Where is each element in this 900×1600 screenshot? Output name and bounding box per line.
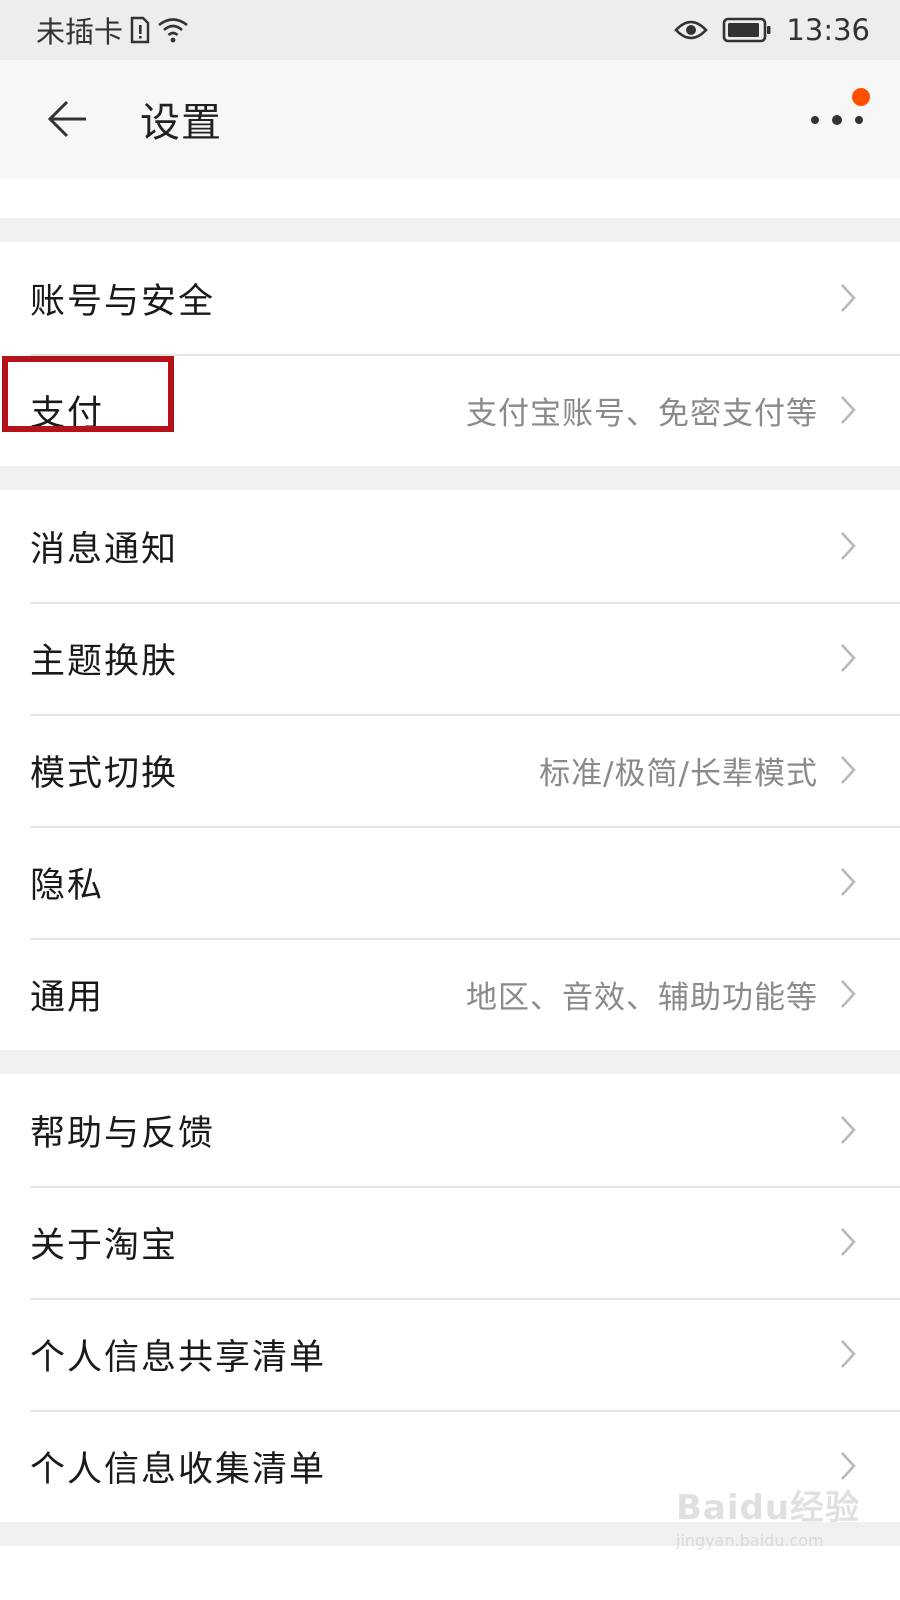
baidu-jingyan-watermark: Baidu经验 jingyan.baidu.com [676, 1480, 866, 1550]
back-button[interactable] [0, 60, 140, 178]
settings-item-general[interactable]: 通用 地区、音效、辅助功能等 [0, 938, 900, 1050]
settings-item-info-sharing-list[interactable]: 个人信息共享清单 [0, 1298, 900, 1410]
item-label: 支付 [30, 393, 105, 434]
settings-item-account-security[interactable]: 账号与安全 [0, 242, 900, 354]
item-label: 通用 [30, 977, 105, 1018]
nav-header: 设置 [0, 60, 900, 178]
chevron-right-icon [840, 1113, 860, 1147]
settings-group-about: 帮助与反馈 关于淘宝 个人信息共享清单 个人信息收集清单 [0, 1074, 900, 1522]
item-label: 关于淘宝 [30, 1225, 179, 1266]
chevron-right-icon [840, 281, 860, 315]
chevron-right-icon [840, 529, 860, 563]
item-label: 个人信息收集清单 [30, 1449, 327, 1490]
eye-icon [674, 20, 709, 40]
item-label: 消息通知 [30, 529, 179, 570]
item-value: 地区、音效、辅助功能等 [466, 979, 818, 1016]
item-label: 帮助与反馈 [30, 1113, 216, 1154]
status-bar: 未插卡 13:36 [0, 0, 900, 60]
status-time: 13:36 [786, 13, 870, 47]
carrier-text: 未插卡 [36, 15, 124, 49]
partial-list-item-top [0, 178, 900, 218]
section-divider [0, 466, 900, 490]
status-right: 13:36 [674, 13, 870, 47]
settings-item-help-feedback[interactable]: 帮助与反馈 [0, 1074, 900, 1186]
item-value: 标准/极简/长辈模式 [539, 755, 818, 792]
chevron-right-icon [840, 753, 860, 787]
chevron-right-icon [840, 641, 860, 675]
settings-group-account: 账号与安全 支付 支付宝账号、免密支付等 [0, 242, 900, 466]
page-title: 设置 [140, 100, 222, 146]
settings-item-theme[interactable]: 主题换肤 [0, 602, 900, 714]
more-dots-icon [811, 115, 863, 125]
chevron-right-icon [840, 393, 860, 427]
chevron-right-icon [840, 1337, 860, 1371]
settings-item-about-taobao[interactable]: 关于淘宝 [0, 1186, 900, 1298]
chevron-right-icon [840, 865, 860, 899]
chevron-right-icon [840, 1225, 860, 1259]
section-divider [0, 1050, 900, 1074]
notification-dot [852, 88, 870, 106]
section-divider [0, 218, 900, 242]
more-button[interactable] [802, 82, 872, 158]
chevron-right-icon [840, 1449, 860, 1483]
chevron-right-icon [840, 977, 860, 1011]
battery-icon [723, 17, 771, 43]
settings-group-general: 消息通知 主题换肤 模式切换 标准/极简/长辈模式 隐私 通用 地区、音效、辅助… [0, 490, 900, 1050]
item-label: 模式切换 [30, 753, 179, 794]
settings-item-payment[interactable]: 支付 支付宝账号、免密支付等 [0, 354, 900, 466]
watermark-sub-text: jingyan.baidu.com [676, 1531, 824, 1550]
settings-item-notifications[interactable]: 消息通知 [0, 490, 900, 602]
item-label: 账号与安全 [30, 281, 216, 322]
sim-alert-icon [130, 16, 150, 44]
wifi-icon [158, 18, 188, 43]
item-label: 隐私 [30, 865, 105, 906]
settings-list: 账号与安全 支付 支付宝账号、免密支付等 消息通知 主题换肤 模式切换 标准/极… [0, 178, 900, 1600]
settings-item-privacy[interactable]: 隐私 [0, 826, 900, 938]
item-label: 个人信息共享清单 [30, 1337, 327, 1378]
back-arrow-icon [47, 100, 86, 138]
partial-list-item-bottom [0, 1546, 900, 1600]
settings-item-mode-switch[interactable]: 模式切换 标准/极简/长辈模式 [0, 714, 900, 826]
item-label: 主题换肤 [30, 641, 179, 682]
status-left: 未插卡 [36, 9, 189, 51]
watermark-main-text: Baidu经验 [676, 1488, 861, 1528]
item-value: 支付宝账号、免密支付等 [466, 395, 818, 432]
